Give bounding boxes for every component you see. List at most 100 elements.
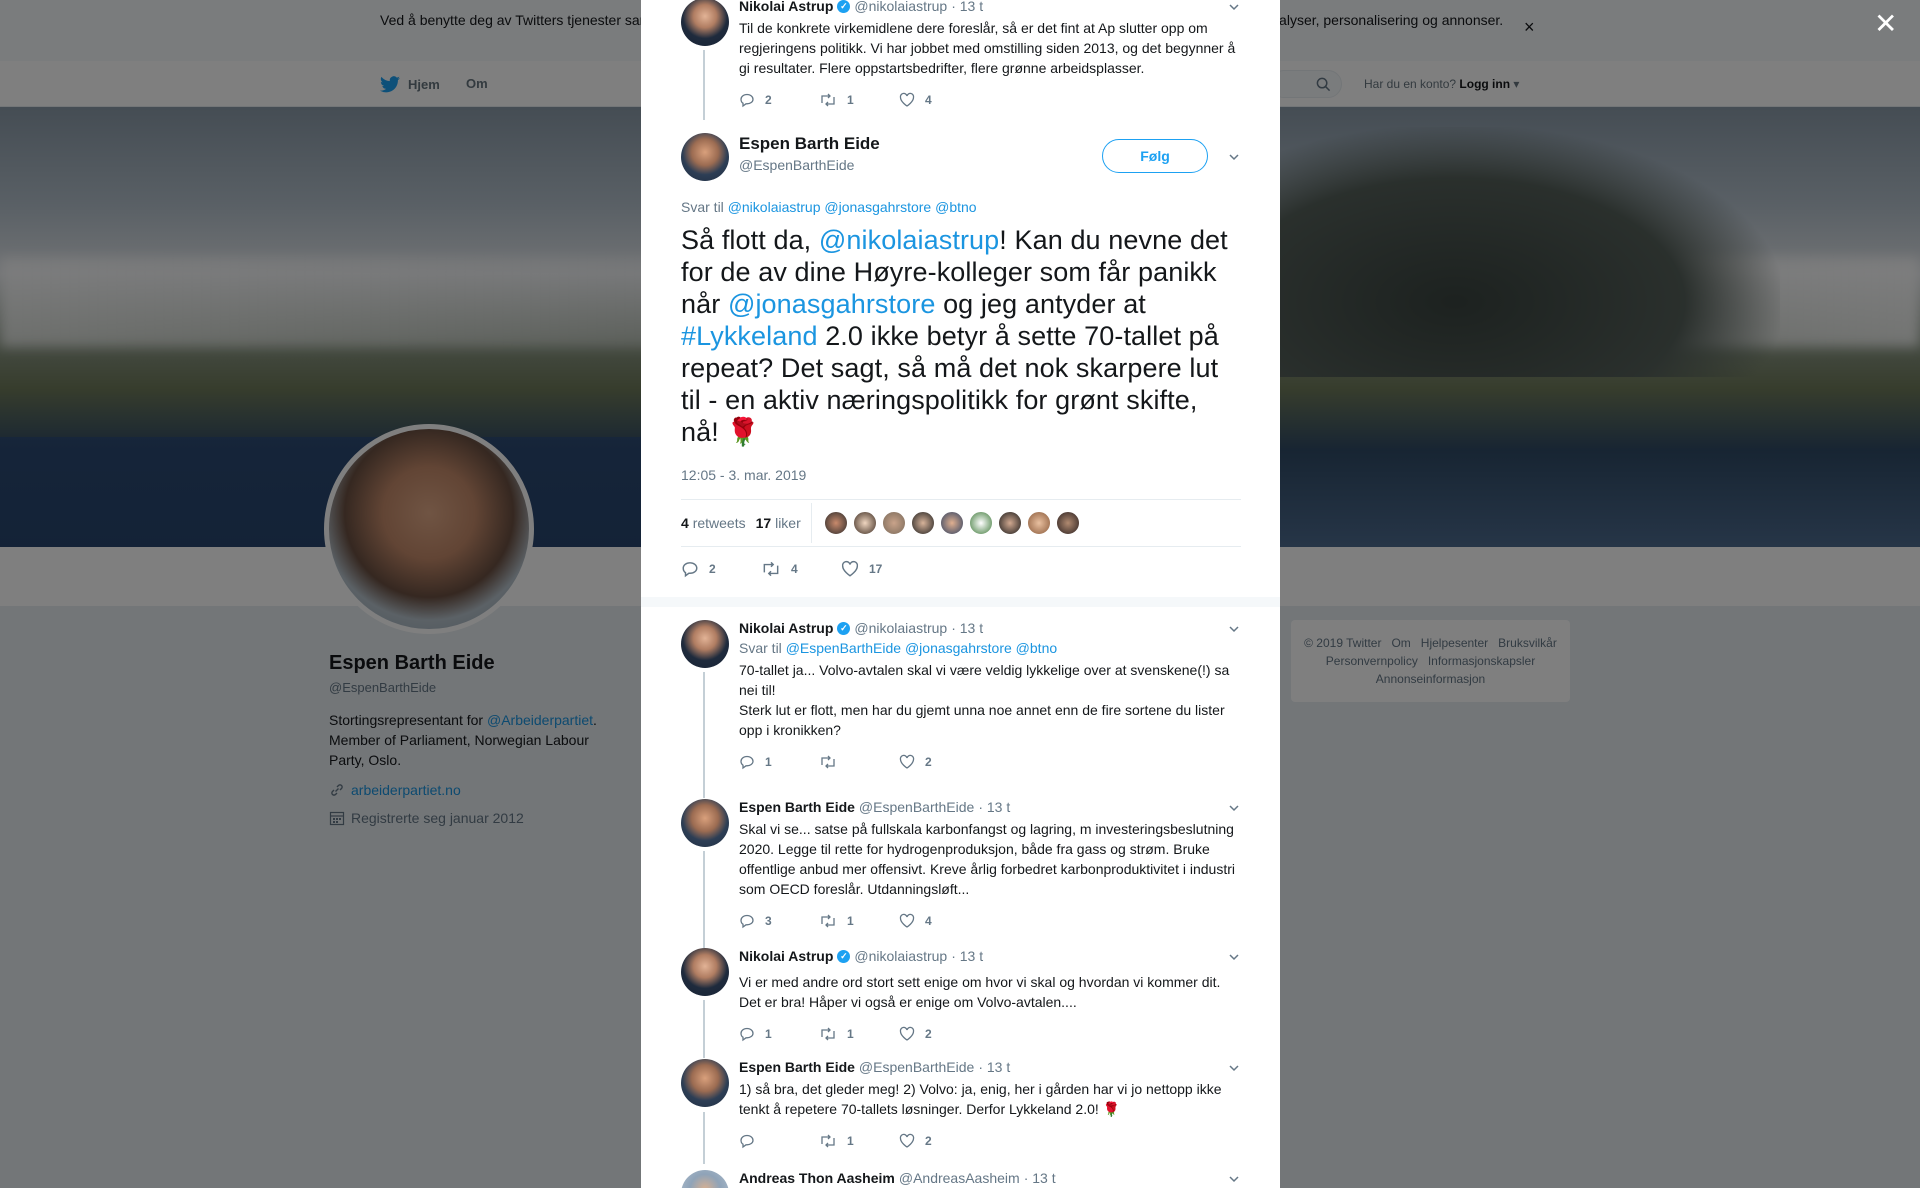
main-tweet-text: Så flott da, @nikolaiastrup! Kan du nevn… [681, 225, 1228, 447]
liker-avatar[interactable] [968, 511, 993, 535]
tweet-handle[interactable]: @nikolaiastrup [854, 948, 947, 964]
tweet-text: 70-tallet ja... Volvo-avtalen skal vi væ… [739, 662, 1230, 738]
tweet-time[interactable]: · 13 t [1024, 1170, 1056, 1186]
heart-icon [899, 913, 915, 928]
tweet-author-name[interactable]: Nikolai Astrup [739, 948, 833, 964]
tweet-handle[interactable]: @AndreasAasheim [899, 1170, 1020, 1186]
reply-button[interactable]: 1 [739, 1026, 819, 1042]
avatar[interactable] [681, 1170, 729, 1188]
retweet-button[interactable]: 1 [819, 1026, 899, 1042]
retweet-icon [821, 1134, 835, 1148]
conversation-divider [641, 597, 1280, 607]
likes-stat[interactable]: 17 liker [756, 515, 801, 531]
reply-icon [740, 1027, 754, 1042]
avatar[interactable] [681, 948, 729, 996]
tweet-actions: 3 1 4 [739, 913, 1239, 929]
like-button[interactable]: 2 [899, 1133, 979, 1149]
tweet-author-name[interactable]: Espen Barth Eide [739, 799, 855, 815]
reply-to-mentions[interactable]: @nikolaiastrup @jonasgahrstore @btno [728, 199, 977, 215]
verified-icon: ✓ [837, 949, 851, 963]
thread-line [703, 851, 705, 948]
avatar[interactable] [681, 133, 729, 181]
tweet-time[interactable]: · 13 t [951, 620, 983, 636]
reply-icon [740, 1134, 754, 1149]
main-tweet-actions: 2 4 17 [681, 560, 921, 578]
like-button[interactable]: 17 [841, 560, 921, 578]
tweet-text: Skal vi se... satse på fullskala karbonf… [739, 821, 1235, 897]
tweet-author-name[interactable]: Nikolai Astrup [739, 0, 833, 14]
mention-link[interactable]: @jonasgahrstore [728, 289, 936, 319]
heart-icon [899, 1133, 915, 1148]
main-tweet-timestamp[interactable]: 12:05 - 3. mar. 2019 [681, 467, 806, 483]
like-button[interactable]: 2 [899, 754, 979, 770]
retweet-button[interactable]: 1 [819, 913, 899, 929]
tweet-author-name[interactable]: Nikolai Astrup [739, 620, 833, 636]
tweet-time[interactable]: · 13 t [951, 0, 983, 14]
tweet-stats: 4 retweets 17 liker [681, 499, 1241, 547]
liker-avatar[interactable] [823, 511, 848, 535]
tweet-handle[interactable]: @EspenBarthEide [859, 799, 974, 815]
tweet-handle[interactable]: @nikolaiastrup [854, 620, 947, 636]
retweet-button[interactable]: 4 [761, 560, 841, 578]
tweet-time[interactable]: · 13 t [951, 948, 983, 964]
tweet-text: 1) så bra, det gleder meg! 2) Volvo: ja,… [739, 1081, 1222, 1117]
reply-to-line: Svar til @EspenBarthEide @jonasgahrstore… [739, 640, 1058, 656]
tweet-permalink-modal: Nikolai Astrup ✓ @nikolaiastrup · 13 t Til … [641, 0, 1280, 1188]
reply-icon [740, 93, 754, 108]
avatar[interactable] [681, 1059, 729, 1107]
tweet-time[interactable]: · 13 t [978, 799, 1010, 815]
avatar[interactable] [681, 799, 729, 847]
verified-icon: ✓ [837, 0, 851, 13]
mention-link[interactable]: @nikolaiastrup [819, 225, 999, 255]
reply-icon [740, 755, 754, 770]
retweet-icon [821, 755, 835, 769]
thread-line [703, 1112, 705, 1164]
liker-avatar[interactable] [852, 511, 877, 535]
retweet-button[interactable] [819, 754, 899, 770]
retweet-button[interactable]: 1 [819, 1133, 899, 1149]
chevron-down-icon [1229, 1065, 1239, 1072]
heart-icon [841, 560, 859, 577]
hashtag-link[interactable]: #Lykkeland [681, 321, 818, 351]
liker-avatar[interactable] [910, 511, 935, 535]
retweet-button[interactable]: 1 [819, 92, 899, 108]
tweet-actions: 1 2 [739, 1133, 1239, 1149]
tweet-handle[interactable]: @EspenBarthEide [859, 1059, 974, 1075]
tweet-handle[interactable]: @nikolaiastrup [854, 0, 947, 14]
tweet-text: Til de konkrete virkemidlene dere foresl… [739, 20, 1236, 76]
liker-avatar[interactable] [997, 511, 1022, 535]
tweet-author-name[interactable]: Espen Barth Eide [739, 1059, 855, 1075]
main-tweet-author-name[interactable]: Espen Barth Eide [739, 134, 880, 154]
reply-icon [682, 562, 698, 578]
tweet-time[interactable]: · 13 t [978, 1059, 1010, 1075]
heart-icon [899, 92, 915, 107]
retweets-stat[interactable]: 4 retweets [681, 515, 746, 531]
tweet-actions: 2 1 4 [739, 92, 1239, 108]
liker-avatar[interactable] [881, 511, 906, 535]
liker-avatar[interactable] [1055, 511, 1080, 535]
chevron-down-icon [1229, 4, 1239, 11]
reply-button[interactable]: 1 [739, 754, 819, 770]
reply-button[interactable]: 2 [739, 92, 819, 108]
follow-button[interactable]: Følg [1102, 139, 1208, 173]
thread-line [703, 672, 705, 798]
like-button[interactable]: 2 [899, 1026, 979, 1042]
thread-line [703, 1000, 705, 1058]
like-button[interactable]: 4 [899, 92, 979, 108]
liker-avatar[interactable] [1026, 511, 1051, 535]
close-icon[interactable]: ✕ [1874, 10, 1897, 38]
retweet-icon [821, 914, 835, 928]
reply-button[interactable] [739, 1133, 819, 1149]
reply-to-mentions[interactable]: @EspenBarthEide @jonasgahrstore @btno [786, 640, 1057, 656]
reply-button[interactable]: 3 [739, 913, 819, 929]
like-button[interactable]: 4 [899, 913, 979, 929]
reply-button[interactable]: 2 [681, 560, 761, 578]
tweet-actions: 1 2 [739, 754, 1239, 770]
avatar[interactable] [681, 620, 729, 668]
avatar[interactable] [681, 0, 729, 46]
chevron-down-icon [1229, 805, 1239, 812]
main-tweet-handle[interactable]: @EspenBarthEide [739, 157, 854, 173]
tweet-author-name[interactable]: Andreas Thon Aasheim [739, 1170, 895, 1186]
liker-avatar[interactable] [939, 511, 964, 535]
retweet-icon [821, 93, 835, 107]
